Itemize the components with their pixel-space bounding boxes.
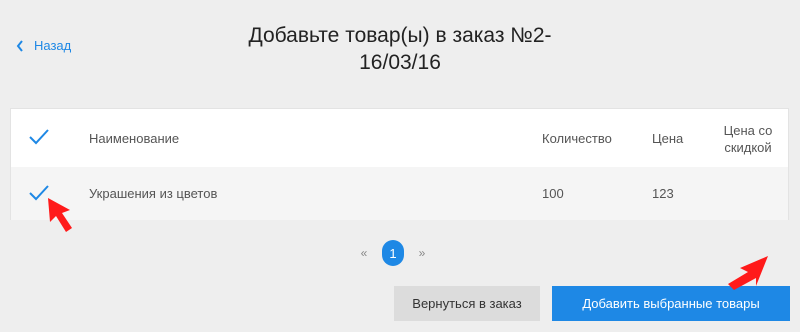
table-header: Наименование Количество Цена Цена со ски… [11, 109, 788, 166]
back-link[interactable]: Назад [16, 38, 71, 53]
pagination-page-1[interactable]: 1 [382, 240, 404, 266]
column-header-quantity: Количество [542, 131, 612, 146]
row-quantity: 100 [542, 186, 564, 201]
column-header-discount-price-line1: Цена со [723, 123, 773, 138]
pagination-prev[interactable]: « [358, 246, 370, 260]
checkmark-icon [29, 129, 49, 145]
back-link-label: Назад [34, 38, 72, 53]
page-title: Добавьте товар(ы) в заказ №2- 16/03/16 [230, 22, 570, 76]
row-checkbox[interactable] [28, 184, 50, 207]
products-table: Наименование Количество Цена Цена со ски… [10, 108, 789, 220]
page-title-line1: Добавьте товар(ы) в заказ №2- [248, 24, 552, 47]
pagination-next[interactable]: » [416, 246, 428, 260]
row-name: Украшения из цветов [89, 186, 218, 201]
select-all-checkbox[interactable] [28, 128, 50, 151]
column-header-discount-price: Цена со скидкой [720, 122, 776, 156]
page-title-line2: 16/03/16 [359, 51, 441, 74]
table-row[interactable]: Украшения из цветов 100 123 [11, 167, 788, 220]
row-price: 123 [652, 186, 674, 201]
chevron-left-icon [16, 39, 23, 52]
pagination: « 1 » [358, 240, 428, 266]
return-to-order-button[interactable]: Вернуться в заказ [394, 286, 540, 321]
checkmark-icon [29, 185, 49, 201]
add-selected-products-button[interactable]: Добавить выбранные товары [552, 286, 790, 321]
column-header-price: Цена [652, 131, 684, 146]
column-header-name: Наименование [89, 131, 180, 146]
column-header-discount-price-line2: скидкой [724, 140, 772, 155]
